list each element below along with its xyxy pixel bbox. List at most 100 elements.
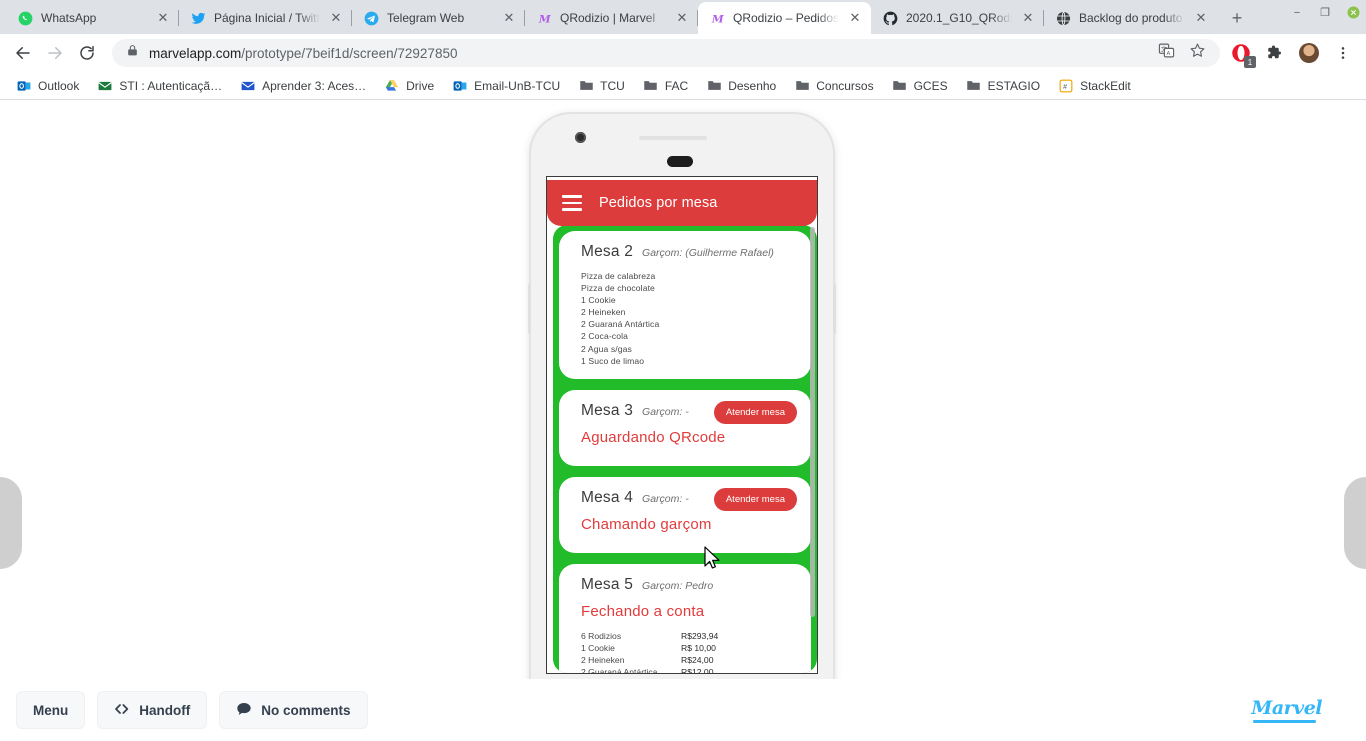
forward-button[interactable] xyxy=(40,38,70,68)
bookmark-folder-gces[interactable]: GCES xyxy=(884,75,956,97)
tab-title: Telegram Web xyxy=(387,11,465,25)
table-name: Mesa 2 xyxy=(581,243,634,260)
tab-close-icon[interactable]: ✕ xyxy=(1193,10,1209,26)
bookmark-folder-fac[interactable]: FAC xyxy=(635,75,696,97)
bookmark-aprender3[interactable]: Aprender 3: Aces… xyxy=(232,75,374,97)
tab-close-icon[interactable]: ✕ xyxy=(501,10,517,26)
extensions-puzzle-icon[interactable] xyxy=(1262,40,1288,66)
mouse-cursor xyxy=(704,546,721,575)
minimize-button[interactable]: − xyxy=(1290,6,1304,20)
order-card-mesa-2[interactable]: Mesa 2 Garçom: (Guilherme Rafael) Pizza … xyxy=(559,231,811,379)
extension-badge-count: 1 xyxy=(1244,56,1256,68)
bookmark-drive[interactable]: Drive xyxy=(376,75,442,97)
reload-button[interactable] xyxy=(72,38,102,68)
browser-tab-github[interactable]: 2020.1_G10_QRodizio ✕ xyxy=(871,2,1044,34)
back-button[interactable] xyxy=(8,38,38,68)
front-camera-icon xyxy=(575,132,586,143)
url-text: marvelapp.com/prototype/7beif1d/screen/7… xyxy=(149,46,457,61)
close-window-button[interactable] xyxy=(1346,6,1360,20)
handoff-button[interactable]: Handoff xyxy=(97,691,208,729)
browser-window: WhatsApp ✕ Página Inicial / Twitter ✕ Te… xyxy=(0,0,1366,741)
order-card-mesa-3[interactable]: Mesa 3 Garçom: - Atender mesa Aguardando… xyxy=(559,389,811,466)
bookmarks-bar: Outlook STI : Autenticaçã… Aprender 3: A… xyxy=(0,72,1366,100)
orders-list[interactable]: Mesa 2 Garçom: (Guilherme Rafael) Pizza … xyxy=(553,225,817,673)
browser-tab-qrodizio-pedidos[interactable]: M QRodizio – Pedidos por mesa ✕ xyxy=(698,2,871,34)
phone-screen: Pedidos por mesa Mesa 2 Garçom: (Guilher… xyxy=(546,176,818,674)
tab-title: 2020.1_G10_QRodizio xyxy=(906,11,1012,25)
atender-mesa-button[interactable]: Atender mesa xyxy=(713,400,797,425)
tab-close-icon[interactable]: ✕ xyxy=(328,10,344,26)
tab-close-icon[interactable]: ✕ xyxy=(155,10,171,26)
bookmark-outlook[interactable]: Outlook xyxy=(8,75,87,97)
order-status: Aguardando QRcode xyxy=(581,428,726,446)
tab-strip: WhatsApp ✕ Página Inicial / Twitter ✕ Te… xyxy=(0,0,1366,34)
whatsapp-icon xyxy=(17,10,33,26)
bookmark-sti[interactable]: STI : Autenticaçã… xyxy=(89,75,230,97)
prev-screen-arrow[interactable] xyxy=(0,477,22,569)
order-card-mesa-4[interactable]: Mesa 4 Garçom: - Atender mesa Chamando g… xyxy=(559,476,811,553)
order-item: Pizza de chocolate xyxy=(581,283,655,294)
bookmark-label: FAC xyxy=(664,78,689,93)
bookmark-stackedit[interactable]: # StackEdit xyxy=(1050,75,1139,97)
folder-icon xyxy=(966,78,982,94)
browser-toolbar: marvelapp.com/prototype/7beif1d/screen/7… xyxy=(0,34,1366,72)
marvel-prototype-viewer: Pedidos por mesa Mesa 2 Garçom: (Guilher… xyxy=(0,100,1366,741)
bookmark-label: STI : Autenticaçã… xyxy=(119,78,223,93)
bookmark-label: Aprender 3: Aces… xyxy=(262,78,367,93)
bookmark-folder-tcu[interactable]: TCU xyxy=(570,75,633,97)
tab-close-icon[interactable]: ✕ xyxy=(1020,10,1036,26)
bill-row: 2 Guaraná Antártica R$12,00 xyxy=(581,666,797,673)
order-card-mesa-5[interactable]: Mesa 5 Garçom: Pedro Fechando a conta 6 … xyxy=(559,563,811,673)
app-scrollbar[interactable] xyxy=(810,227,815,617)
bookmark-folder-estagio[interactable]: ESTAGIO xyxy=(958,75,1048,97)
handoff-button-label: Handoff xyxy=(139,702,191,718)
browser-tab-qrodizio-marvel[interactable]: M QRodizio | Marvel ✕ xyxy=(525,2,698,34)
bookmark-label: Desenho xyxy=(728,78,777,93)
maximize-button[interactable]: ❐ xyxy=(1318,6,1332,20)
app-header: Pedidos por mesa xyxy=(547,180,817,226)
toolbar-icons: 1 xyxy=(1228,40,1358,68)
chrome-menu-icon[interactable] xyxy=(1330,40,1356,66)
browser-tab-backlog[interactable]: Backlog do produto ✕ xyxy=(1044,2,1217,34)
tab-title: Backlog do produto xyxy=(1079,11,1183,25)
window-controls: − ❐ xyxy=(1290,6,1360,20)
atender-mesa-button[interactable]: Atender mesa xyxy=(713,487,797,512)
bookmark-label: StackEdit xyxy=(1080,78,1131,93)
browser-tab-whatsapp[interactable]: WhatsApp ✕ xyxy=(6,2,179,34)
waiter-label: Garçom: - xyxy=(642,405,689,418)
bill-item-price: R$ 10,00 xyxy=(681,642,716,653)
marvel-icon: M xyxy=(709,10,725,26)
translate-icon[interactable]: 文A xyxy=(1158,42,1175,64)
browser-tab-telegram[interactable]: Telegram Web ✕ xyxy=(352,2,525,34)
drive-icon xyxy=(384,78,400,94)
bill-item-name: 6 Rodizios xyxy=(581,630,622,641)
svg-text:#: # xyxy=(1063,83,1067,90)
tab-title: Página Inicial / Twitter xyxy=(214,11,320,25)
folder-icon xyxy=(578,78,594,94)
bookmark-star-icon[interactable] xyxy=(1189,42,1206,64)
outlook-icon xyxy=(16,78,32,94)
tab-close-icon[interactable]: ✕ xyxy=(847,10,863,26)
order-item: Pizza de calabreza xyxy=(581,271,656,281)
tab-close-icon[interactable]: ✕ xyxy=(674,10,690,26)
marvel-icon: M xyxy=(536,10,552,26)
bookmark-email-unb-tcu[interactable]: Email-UnB-TCU xyxy=(444,75,568,97)
phone-device-frame: Pedidos por mesa Mesa 2 Garçom: (Guilher… xyxy=(528,114,836,741)
next-screen-arrow[interactable] xyxy=(1344,477,1366,569)
opera-extension-icon[interactable]: 1 xyxy=(1228,40,1256,68)
globe-icon xyxy=(1055,10,1071,26)
github-icon xyxy=(882,10,898,26)
outlook-icon xyxy=(452,78,468,94)
marvel-logo: Marvel xyxy=(1251,697,1322,723)
comments-button[interactable]: No comments xyxy=(219,691,368,729)
menu-button[interactable]: Menu xyxy=(16,691,86,729)
hamburger-menu-icon[interactable] xyxy=(562,195,582,211)
bookmark-folder-desenho[interactable]: Desenho xyxy=(698,75,784,97)
mail-icon xyxy=(97,78,113,94)
browser-tab-twitter[interactable]: Página Inicial / Twitter ✕ xyxy=(179,2,352,34)
waiter-label: Garçom: (Guilherme Rafael) xyxy=(642,247,774,259)
new-tab-button[interactable]: + xyxy=(1223,4,1251,32)
address-bar[interactable]: marvelapp.com/prototype/7beif1d/screen/7… xyxy=(112,39,1220,67)
bookmark-folder-concursos[interactable]: Concursos xyxy=(786,75,881,97)
profile-avatar[interactable] xyxy=(1296,40,1322,66)
